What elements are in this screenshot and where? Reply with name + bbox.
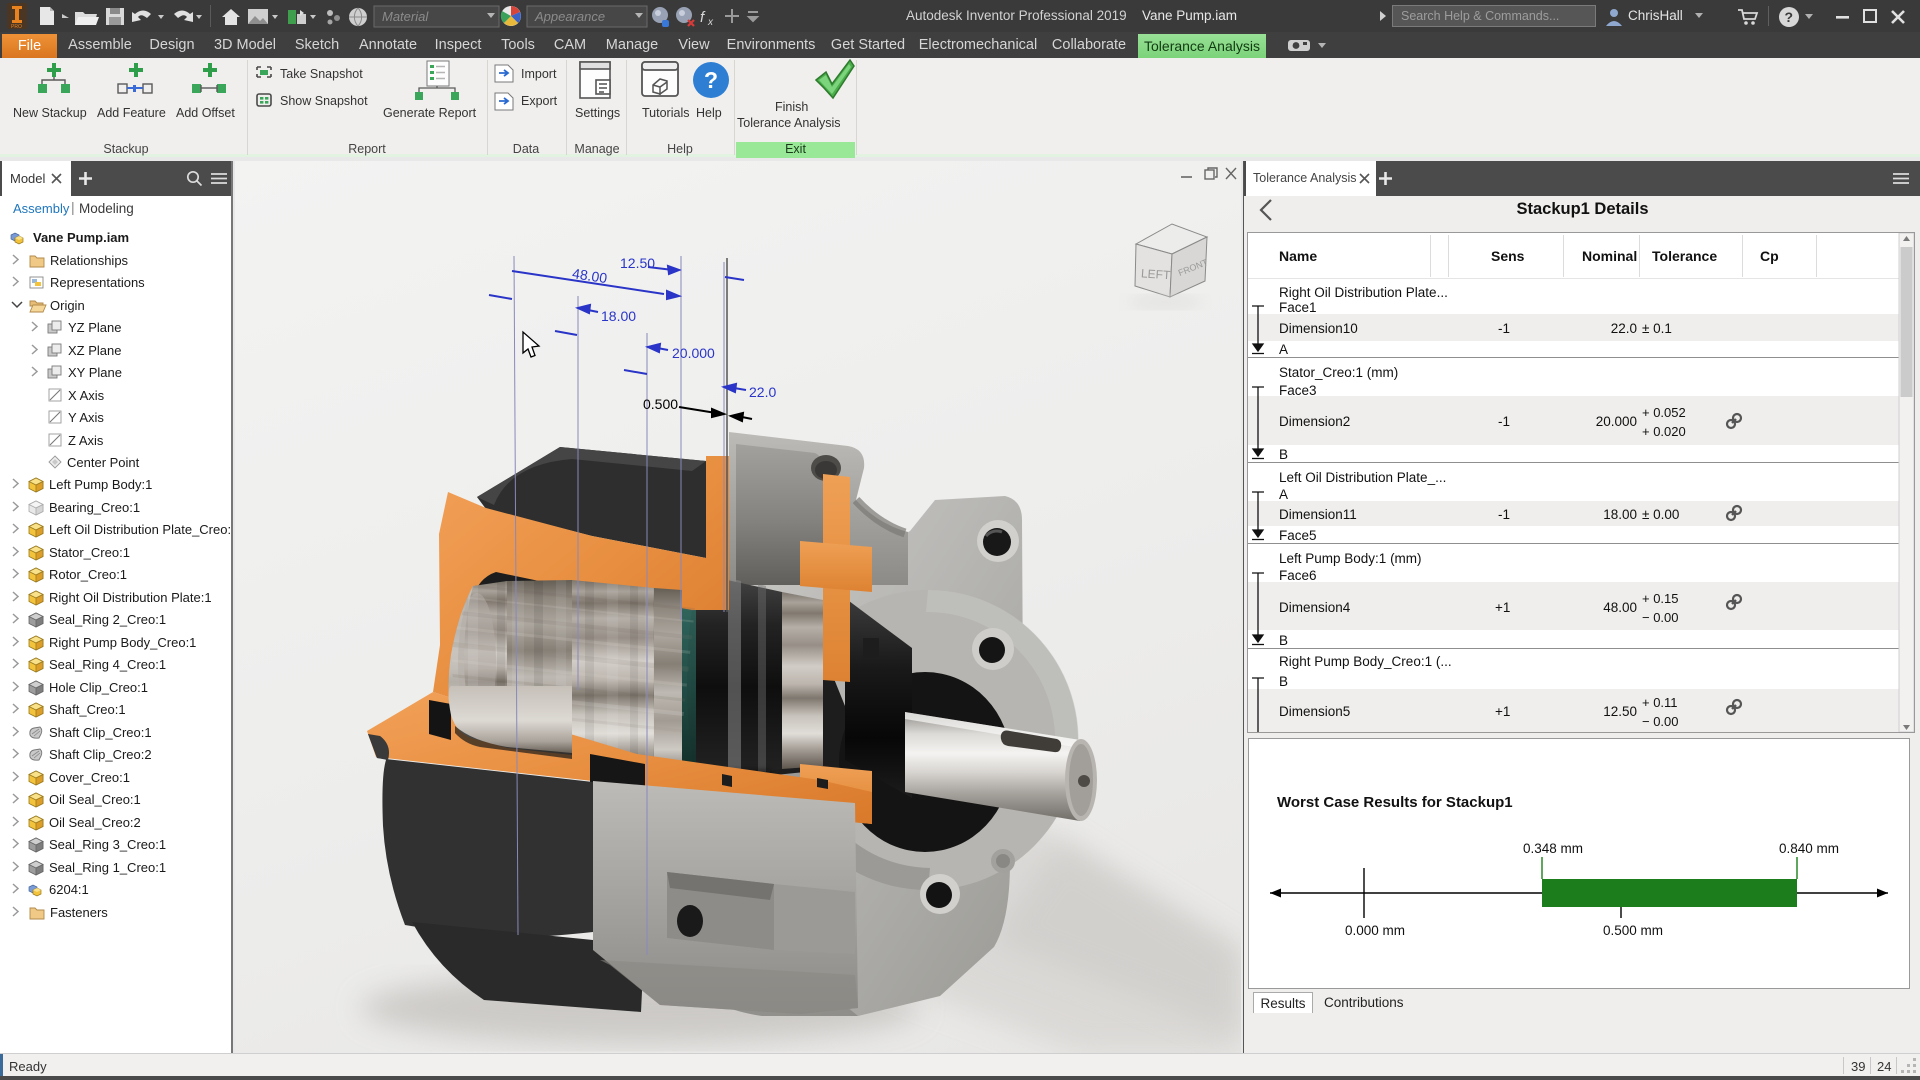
svg-text:Relationships: Relationships [50, 253, 129, 268]
svg-text:0.348 mm: 0.348 mm [1523, 841, 1583, 856]
svg-text:0.500 mm: 0.500 mm [1603, 923, 1663, 938]
svg-text:?: ? [704, 67, 718, 93]
svg-text:+ 0.15: + 0.15 [1642, 591, 1679, 606]
svg-text:-1: -1 [1498, 507, 1510, 522]
svg-text:Dimension11: Dimension11 [1279, 507, 1357, 522]
svg-text:Tolerance: Tolerance [1652, 248, 1717, 264]
svg-text:Worst Case Results for Stackup: Worst Case Results for Stackup1 [1277, 794, 1513, 811]
svg-text:18.00: 18.00 [601, 308, 636, 324]
svg-text:Y Axis: Y Axis [68, 410, 104, 425]
svg-text:Shaft Clip_Creo:1: Shaft Clip_Creo:1 [49, 725, 152, 740]
svg-text:Representations: Representations [50, 275, 145, 290]
svg-text:Nominal: Nominal [1582, 248, 1637, 264]
svg-text:A: A [1279, 342, 1288, 357]
svg-text:-1: -1 [1498, 321, 1510, 336]
svg-text:18.00: 18.00 [1603, 507, 1637, 522]
svg-text:x: x [707, 17, 714, 28]
svg-text:Seal_Ring 2_Creo:1: Seal_Ring 2_Creo:1 [49, 612, 166, 627]
svg-text:Dimension5: Dimension5 [1279, 704, 1350, 719]
svg-text:Face1: Face1 [1279, 300, 1317, 315]
svg-text:Right Pump Body_Creo:1 (...: Right Pump Body_Creo:1 (... [1279, 654, 1452, 669]
svg-text:Sens: Sens [1491, 248, 1525, 264]
svg-text:B: B [1279, 633, 1288, 648]
svg-text:Left Oil Distribution Plate_..: Left Oil Distribution Plate_... [1279, 470, 1446, 485]
svg-text:Material: Material [382, 9, 429, 24]
svg-text:Dimension2: Dimension2 [1279, 414, 1350, 429]
svg-text:Center Point: Center Point [67, 455, 140, 470]
svg-text:Rotor_Creo:1: Rotor_Creo:1 [49, 567, 127, 582]
svg-text:XZ Plane: XZ Plane [68, 343, 121, 358]
svg-text:Origin: Origin [50, 298, 85, 313]
svg-text:20.000: 20.000 [1596, 414, 1637, 429]
svg-text:Z Axis: Z Axis [68, 433, 104, 448]
svg-text:A: A [1279, 487, 1288, 502]
svg-text:f: f [700, 9, 706, 26]
svg-text:22.0: 22.0 [1611, 321, 1637, 336]
svg-text:Stator_Creo:1: Stator_Creo:1 [49, 545, 130, 560]
svg-text:± 0.1: ± 0.1 [1642, 321, 1672, 336]
svg-text:+ 0.052: + 0.052 [1642, 405, 1686, 420]
svg-text:Bearing_Creo:1: Bearing_Creo:1 [49, 500, 140, 515]
svg-text:± 0.00: ± 0.00 [1642, 507, 1679, 522]
svg-text:0.000 mm: 0.000 mm [1345, 923, 1405, 938]
svg-text:Seal_Ring 3_Creo:1: Seal_Ring 3_Creo:1 [49, 837, 166, 852]
svg-text:48.00: 48.00 [1603, 600, 1637, 615]
svg-text:B: B [1279, 674, 1288, 689]
svg-text:Cp: Cp [1760, 248, 1779, 264]
svg-text:Fasteners: Fasteners [50, 905, 108, 920]
svg-text:Seal_Ring 4_Creo:1: Seal_Ring 4_Creo:1 [49, 657, 166, 672]
svg-text:+1: +1 [1495, 600, 1510, 615]
svg-text:20.000: 20.000 [672, 345, 715, 361]
svg-text:6204:1: 6204:1 [49, 882, 89, 897]
svg-text:Right Oil Distribution Plate:1: Right Oil Distribution Plate:1 [49, 590, 212, 605]
svg-text:?: ? [1785, 9, 1794, 25]
svg-text:0.500: 0.500 [643, 396, 678, 412]
svg-text:+ 0.020: + 0.020 [1642, 424, 1686, 439]
svg-text:XY Plane: XY Plane [68, 365, 122, 380]
svg-text:Cover_Creo:1: Cover_Creo:1 [49, 770, 130, 785]
svg-text:YZ Plane: YZ Plane [68, 320, 121, 335]
svg-text:Right Pump Body_Creo:1: Right Pump Body_Creo:1 [49, 635, 196, 650]
svg-text:Vane Pump.iam: Vane Pump.iam [33, 230, 129, 245]
svg-text:Left Oil Distribution Plate_Cr: Left Oil Distribution Plate_Creo:1 [49, 522, 231, 537]
svg-text:Appearance: Appearance [534, 9, 605, 24]
svg-text:Name: Name [1279, 248, 1317, 264]
svg-text:Oil Seal_Creo:2: Oil Seal_Creo:2 [49, 815, 141, 830]
svg-text:− 0.00: − 0.00 [1642, 610, 1679, 625]
svg-text:22.0: 22.0 [749, 384, 776, 400]
svg-text:− 0.00: − 0.00 [1642, 714, 1679, 729]
svg-text:Left Pump Body:1 (mm): Left Pump Body:1 (mm) [1279, 551, 1422, 566]
svg-text:+1: +1 [1495, 704, 1510, 719]
svg-text:0.840 mm: 0.840 mm [1779, 841, 1839, 856]
svg-text:B: B [1279, 447, 1288, 462]
svg-text:PRO: PRO [11, 24, 22, 30]
svg-text:Shaft Clip_Creo:2: Shaft Clip_Creo:2 [49, 747, 152, 762]
svg-text:X Axis: X Axis [68, 388, 105, 403]
svg-text:12.50: 12.50 [620, 255, 655, 271]
svg-text:48.00: 48.00 [571, 265, 608, 286]
svg-text:Left Pump Body:1: Left Pump Body:1 [49, 477, 152, 492]
svg-text:Dimension10: Dimension10 [1279, 321, 1358, 336]
svg-text:Oil Seal_Creo:1: Oil Seal_Creo:1 [49, 792, 141, 807]
svg-text:LEFT: LEFT [1141, 266, 1172, 282]
svg-text:Dimension4: Dimension4 [1279, 600, 1351, 615]
svg-text:Hole Clip_Creo:1: Hole Clip_Creo:1 [49, 680, 148, 695]
svg-text:Face6: Face6 [1279, 568, 1317, 583]
svg-text:Right Oil Distribution Plate..: Right Oil Distribution Plate... [1279, 285, 1448, 300]
svg-text:Shaft_Creo:1: Shaft_Creo:1 [49, 702, 126, 717]
svg-text:12.50: 12.50 [1603, 704, 1637, 719]
svg-text:Stator_Creo:1 (mm): Stator_Creo:1 (mm) [1279, 365, 1398, 380]
svg-text:Seal_Ring 1_Creo:1: Seal_Ring 1_Creo:1 [49, 860, 166, 875]
svg-text:Face3: Face3 [1279, 383, 1317, 398]
svg-text:Face5: Face5 [1279, 528, 1317, 543]
svg-text:-1: -1 [1498, 414, 1510, 429]
svg-text:+ 0.11: + 0.11 [1642, 695, 1678, 710]
